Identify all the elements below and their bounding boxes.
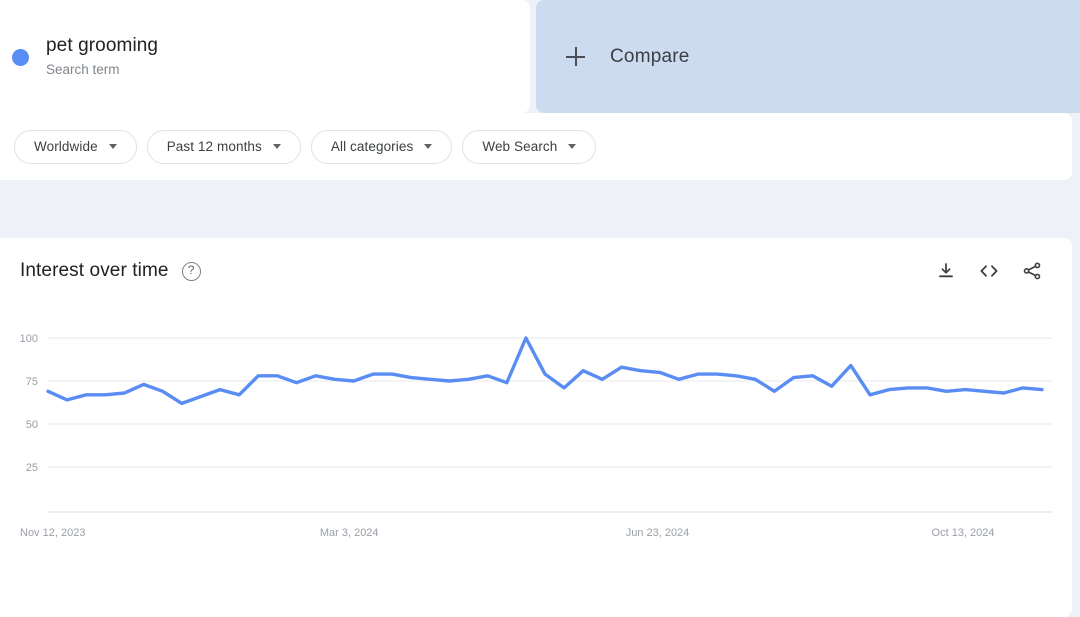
chevron-down-icon xyxy=(272,144,281,149)
category-filter[interactable]: All categories xyxy=(310,129,453,164)
search-term-bar: pet grooming Search term Compare xyxy=(0,0,1080,113)
svg-text:25: 25 xyxy=(26,462,38,474)
svg-text:100: 100 xyxy=(20,334,38,345)
section-gap xyxy=(0,180,1080,238)
svg-text:Jun 23, 2024: Jun 23, 2024 xyxy=(626,527,690,539)
time-range-filter-label: Past 12 months xyxy=(166,139,262,154)
interest-over-time-card: Interest over time ? 100 75 50 25 Nov 12… xyxy=(0,238,1072,617)
help-icon[interactable]: ? xyxy=(181,261,201,281)
category-filter-label: All categories xyxy=(330,139,414,154)
svg-text:Oct 13, 2024: Oct 13, 2024 xyxy=(932,527,995,539)
time-range-filter[interactable]: Past 12 months xyxy=(146,129,301,164)
search-term-card[interactable]: pet grooming Search term xyxy=(0,0,530,113)
location-filter[interactable]: Worldwide xyxy=(14,129,137,164)
share-icon[interactable] xyxy=(1022,261,1042,281)
series-color-dot xyxy=(12,49,29,66)
compare-label: Compare xyxy=(610,45,690,67)
chevron-down-icon xyxy=(424,144,433,149)
svg-text:50: 50 xyxy=(26,419,38,431)
help-icon-glyph: ? xyxy=(187,262,195,277)
chart-header: Interest over time ? xyxy=(0,238,1072,282)
search-term-text: pet grooming Search term xyxy=(46,34,158,80)
chart-svg: 100 75 50 25 Nov 12, 2023 Mar 3, 2024 Jun 23, … xyxy=(20,334,1052,539)
chevron-down-icon xyxy=(568,144,577,149)
compare-button[interactable]: Compare xyxy=(536,0,1080,113)
chevron-down-icon xyxy=(108,144,117,149)
svg-text:Mar 3, 2024: Mar 3, 2024 xyxy=(320,527,379,539)
svg-text:Nov 12, 2023: Nov 12, 2023 xyxy=(20,527,85,539)
interest-over-time-plot[interactable]: 100 75 50 25 Nov 12, 2023 Mar 3, 2024 Jun 23, … xyxy=(0,334,1072,617)
chart-title: Interest over time xyxy=(20,260,169,281)
search-term-title: pet grooming xyxy=(46,34,159,56)
plus-icon xyxy=(566,47,585,66)
filter-bar: Worldwide Past 12 months All categories … xyxy=(0,113,1072,180)
svg-text:75: 75 xyxy=(26,376,38,388)
location-filter-label: Worldwide xyxy=(34,139,98,154)
search-type-filter-label: Web Search xyxy=(482,139,558,154)
search-term-subtitle: Search term xyxy=(46,61,120,77)
download-icon[interactable] xyxy=(936,261,956,281)
search-type-filter[interactable]: Web Search xyxy=(462,129,597,164)
chart-actions xyxy=(936,261,1072,281)
embed-code-icon[interactable] xyxy=(978,261,1000,281)
